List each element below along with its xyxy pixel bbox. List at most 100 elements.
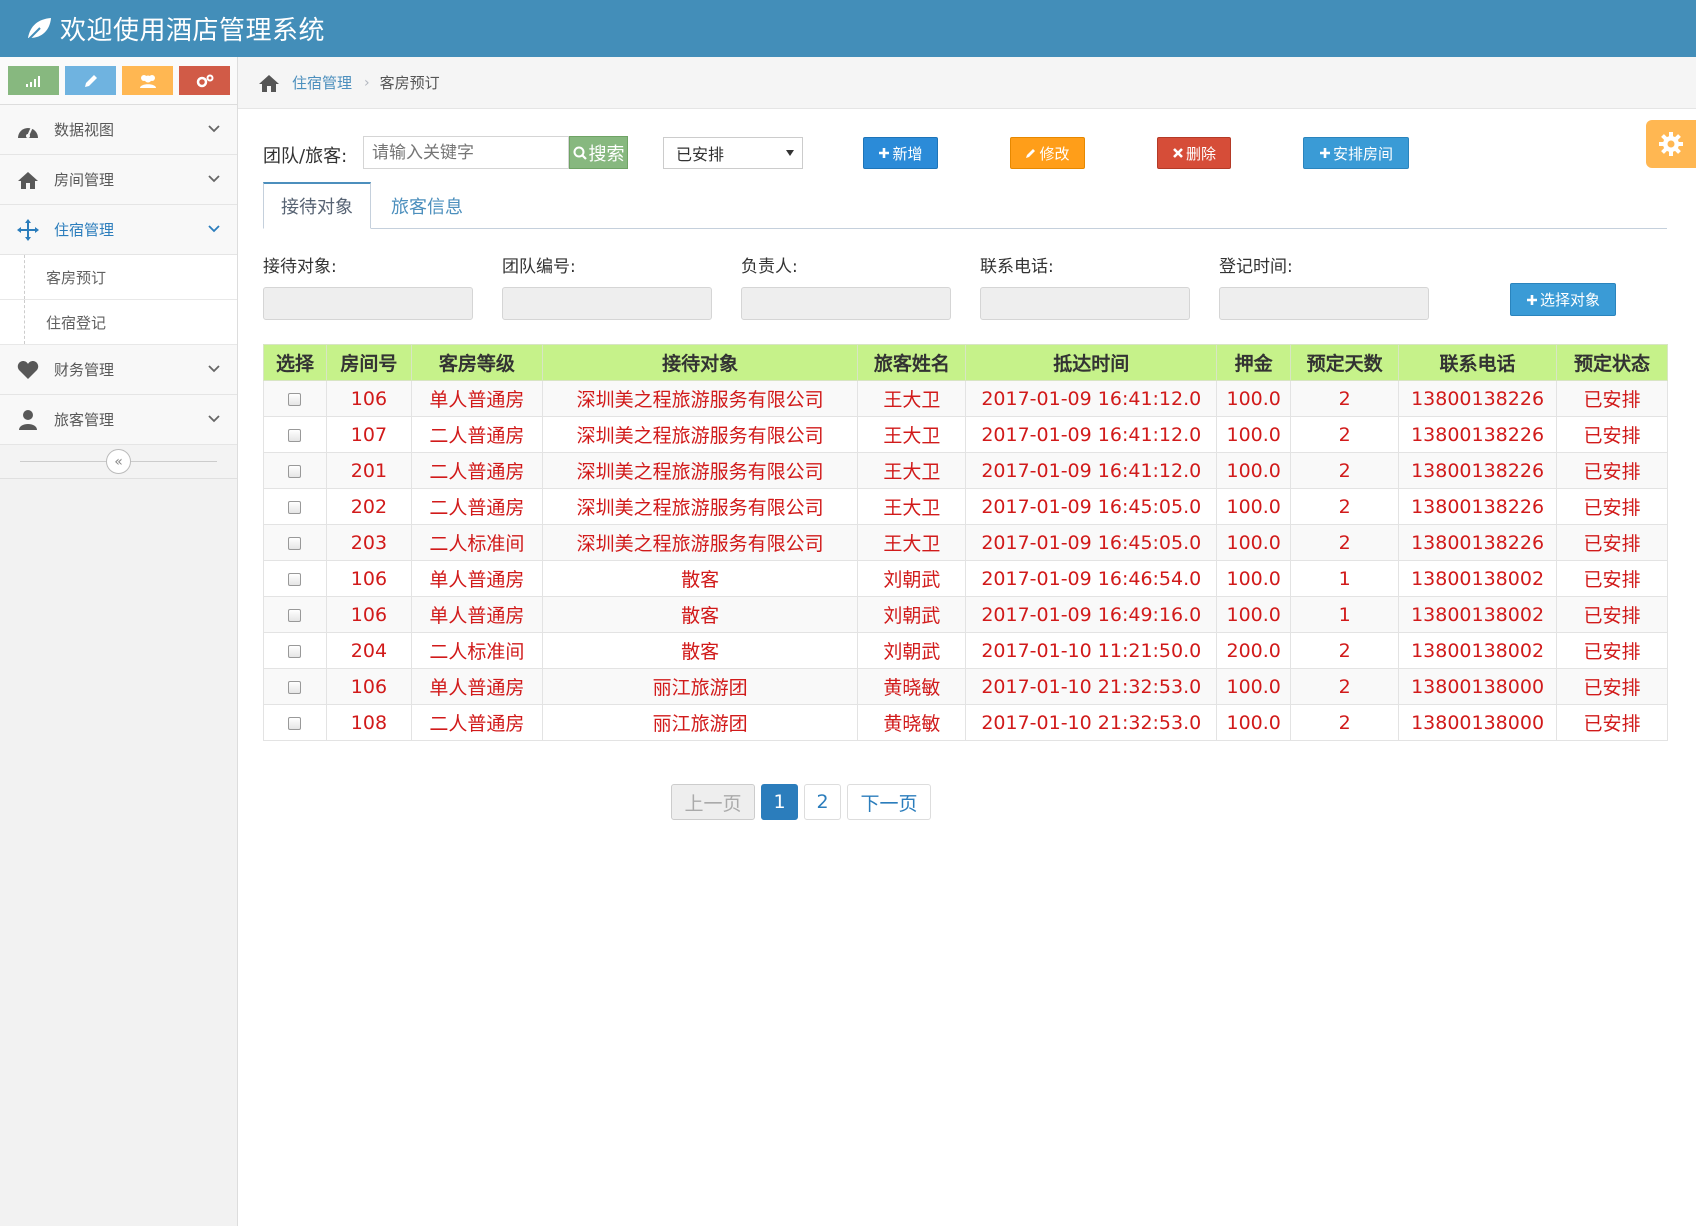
gear-icon (1659, 132, 1683, 156)
table-cell: 散客 (541, 596, 859, 633)
users-shortcut-button[interactable] (122, 66, 173, 95)
table-cell: 100.0 (1216, 668, 1292, 705)
reception-label: 接待对象: (263, 257, 337, 277)
table-cell: 深圳美之程旅游服务有限公司 (541, 452, 859, 489)
edit-shortcut-button[interactable] (65, 66, 116, 95)
delete-button[interactable]: 删除 (1157, 137, 1231, 169)
row-checkbox[interactable] (288, 500, 302, 514)
row-checkbox[interactable] (288, 644, 302, 658)
settings-shortcut-button[interactable] (179, 66, 230, 95)
search-input[interactable] (363, 136, 569, 169)
select-cell (263, 452, 327, 489)
table-cell: 深圳美之程旅游服务有限公司 (541, 416, 859, 453)
row-checkbox[interactable] (288, 428, 302, 442)
sidebar-item-dashboard[interactable]: 数据视图 (0, 105, 237, 155)
table-cell: 深圳美之程旅游服务有限公司 (541, 488, 859, 525)
reception-field[interactable] (263, 287, 473, 320)
leader-field[interactable] (741, 287, 951, 320)
collapse-sidebar-button[interactable]: « (106, 449, 131, 474)
page-2-button[interactable]: 2 (804, 784, 841, 820)
table-row[interactable]: 106 单人普通房 散客 刘朝武 2017-01-09 16:46:54.0 100.0 1… (263, 560, 1668, 597)
tab-guest-info[interactable]: 旅客信息 (371, 182, 483, 229)
sidebar-item-lodging[interactable]: 住宿管理 (0, 205, 237, 255)
sidebar-collapse-row: « (0, 445, 237, 479)
table-cell: 散客 (541, 560, 859, 597)
select-cell (263, 596, 327, 633)
shortcut-bar (0, 57, 237, 105)
sidebar-item-label: 旅客管理 (54, 411, 115, 429)
row-checkbox[interactable] (288, 464, 302, 478)
phone-field-group: 联系电话: (980, 252, 1190, 320)
page-1-button[interactable]: 1 (761, 784, 798, 820)
table-cell: 204 (325, 632, 412, 669)
settings-button[interactable] (1646, 120, 1696, 168)
table-cell: 已安排 (1556, 668, 1668, 705)
breadcrumb-current: 客房预订 (379, 74, 440, 92)
row-checkbox[interactable] (288, 536, 302, 550)
sidebar-item-rooms[interactable]: 房间管理 (0, 155, 237, 205)
select-object-button[interactable]: 选择对象 (1510, 283, 1616, 316)
chevron-down-icon (208, 415, 220, 423)
leaf-icon (26, 17, 51, 42)
phone-field[interactable] (980, 287, 1190, 320)
status-select-value: 已安排 (676, 145, 725, 164)
sidebar-subitem-checkin[interactable]: 住宿登记 (0, 300, 237, 345)
table-cell: 二人普通房 (410, 704, 543, 741)
table-cell: 已安排 (1556, 380, 1668, 417)
table-cell: 2017-01-09 16:41:12.0 (965, 380, 1218, 417)
plus-icon (1319, 148, 1330, 158)
row-checkbox[interactable] (288, 608, 302, 622)
table-cell: 深圳美之程旅游服务有限公司 (541, 380, 859, 417)
sidebar: 数据视图 房间管理 住宿管理 客房预订 住宿登记 财务管理 旅客管理 « (0, 57, 238, 1226)
edit-button[interactable]: 修改 (1010, 137, 1085, 169)
row-checkbox[interactable] (288, 572, 302, 586)
table-row[interactable]: 106 单人普通房 散客 刘朝武 2017-01-09 16:49:16.0 100.0 1… (263, 596, 1668, 633)
search-button[interactable]: 搜索 (569, 136, 628, 169)
table-cell: 13800138002 (1398, 560, 1558, 597)
arrange-room-button[interactable]: 安排房间 (1303, 137, 1409, 169)
table-cell: 203 (325, 524, 412, 561)
table-row[interactable]: 203 二人标准间 深圳美之程旅游服务有限公司 王大卫 2017-01-09 16:45… (263, 524, 1668, 561)
table-row[interactable]: 106 单人普通房 深圳美之程旅游服务有限公司 王大卫 2017-01-09 16:41… (263, 380, 1668, 417)
sidebar-item-guests[interactable]: 旅客管理 (0, 395, 237, 445)
caret-down-icon (786, 150, 794, 156)
table-cell: 13800138002 (1398, 632, 1558, 669)
row-checkbox[interactable] (288, 680, 302, 694)
table-cell: 散客 (541, 632, 859, 669)
heart-icon (16, 359, 40, 381)
sidebar-item-finance[interactable]: 财务管理 (0, 345, 237, 395)
select-cell (263, 560, 327, 597)
reg-time-field[interactable] (1219, 287, 1429, 320)
add-button[interactable]: 新增 (863, 137, 938, 169)
table-cell: 100.0 (1216, 704, 1292, 741)
table-row[interactable]: 107 二人普通房 深圳美之程旅游服务有限公司 王大卫 2017-01-09 16:41… (263, 416, 1668, 453)
breadcrumb-separator: › (364, 74, 370, 91)
table-cell: 2017-01-10 21:32:53.0 (965, 668, 1218, 705)
prev-page-button[interactable]: 上一页 (671, 784, 755, 820)
sidebar-subitem-booking[interactable]: 客房预订 (0, 255, 237, 300)
table-cell: 202 (325, 488, 412, 525)
team-no-field[interactable] (502, 287, 712, 320)
team-no-label: 团队编号: (502, 257, 576, 277)
row-checkbox[interactable] (288, 716, 302, 730)
close-icon (1173, 148, 1183, 158)
table-row[interactable]: 108 二人普通房 丽江旅游团 黄晓敏 2017-01-10 21:32:53.0 100… (263, 704, 1668, 741)
breadcrumb-link-lodging[interactable]: 住宿管理 (292, 72, 352, 93)
table-row[interactable]: 202 二人普通房 深圳美之程旅游服务有限公司 王大卫 2017-01-09 16:45… (263, 488, 1668, 525)
tab-reception[interactable]: 接待对象 (263, 182, 371, 229)
row-checkbox[interactable] (288, 392, 302, 406)
table-row[interactable]: 106 单人普通房 丽江旅游团 黄晓敏 2017-01-10 21:32:53.0 100… (263, 668, 1668, 705)
table-cell: 13800138002 (1398, 596, 1558, 633)
next-page-button[interactable]: 下一页 (847, 784, 931, 820)
table-cell: 106 (325, 668, 412, 705)
table-row[interactable]: 204 二人标准间 散客 刘朝武 2017-01-10 11:21:50.0 200.0 2… (263, 632, 1668, 669)
table-row[interactable]: 201 二人普通房 深圳美之程旅游服务有限公司 王大卫 2017-01-09 16:41… (263, 452, 1668, 489)
status-select[interactable]: 已安排 (663, 137, 803, 169)
table-cell: 刘朝武 (857, 632, 967, 669)
users-icon (139, 74, 156, 88)
phone-label: 联系电话: (980, 257, 1054, 277)
reception-form: 接待对象: 团队编号: 负责人: 联系电话: 登记时间: 选择对象 (263, 252, 1683, 322)
stats-shortcut-button[interactable] (8, 66, 59, 95)
table-cell: 1 (1290, 560, 1400, 597)
table-cell: 13800138226 (1398, 416, 1558, 453)
